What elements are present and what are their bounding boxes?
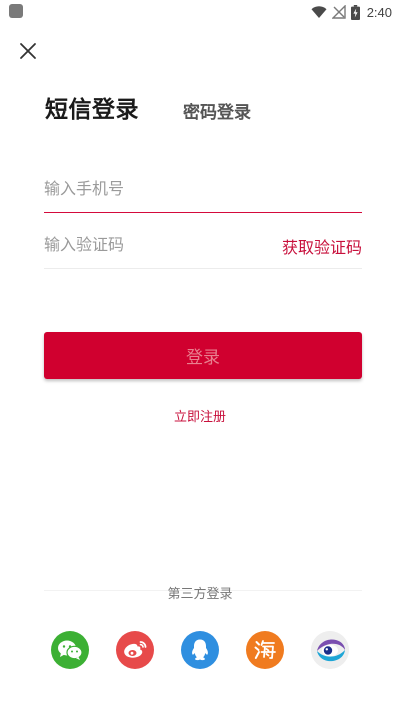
phone-field-container (44, 166, 362, 213)
wifi-icon (311, 6, 327, 18)
hai-icon (254, 640, 276, 659)
login-button-label: 登录 (186, 348, 220, 368)
qq-login-button[interactable] (181, 631, 219, 669)
qq-icon (192, 639, 208, 661)
code-field-container: 获取验证码 (44, 222, 362, 269)
phone-input[interactable] (44, 166, 264, 210)
code-input[interactable] (44, 222, 264, 266)
status-time: 2:40 (366, 4, 392, 20)
third-party-title: 第三方登录 (167, 587, 233, 602)
hai-login-button[interactable] (246, 631, 284, 669)
eye-logo-icon (311, 631, 349, 669)
no-signal-icon (331, 5, 346, 19)
login-screen: 2:40 短信登录 密码登录 获取验证码 登录 立即注册 第三方登录 (0, 0, 400, 712)
app-indicator-icon (9, 4, 23, 18)
tab-sms-login[interactable]: 短信登录 (45, 90, 139, 124)
register-link[interactable]: 立即注册 (0, 406, 400, 425)
close-button[interactable] (14, 37, 42, 65)
wechat-icon (58, 640, 83, 660)
close-icon (20, 43, 36, 59)
weibo-icon (124, 641, 147, 658)
get-code-button[interactable]: 获取验证码 (282, 234, 362, 258)
wechat-login-button[interactable] (51, 631, 89, 669)
third-party-providers (0, 631, 400, 669)
eye-login-button[interactable] (311, 631, 349, 669)
login-button[interactable]: 登录 (44, 332, 362, 379)
status-icons: 2:40 (311, 3, 392, 21)
tab-password-login[interactable]: 密码登录 (183, 98, 251, 123)
battery-charging-icon (350, 4, 360, 20)
status-bar: 2:40 (0, 0, 400, 24)
weibo-login-button[interactable] (116, 631, 154, 669)
